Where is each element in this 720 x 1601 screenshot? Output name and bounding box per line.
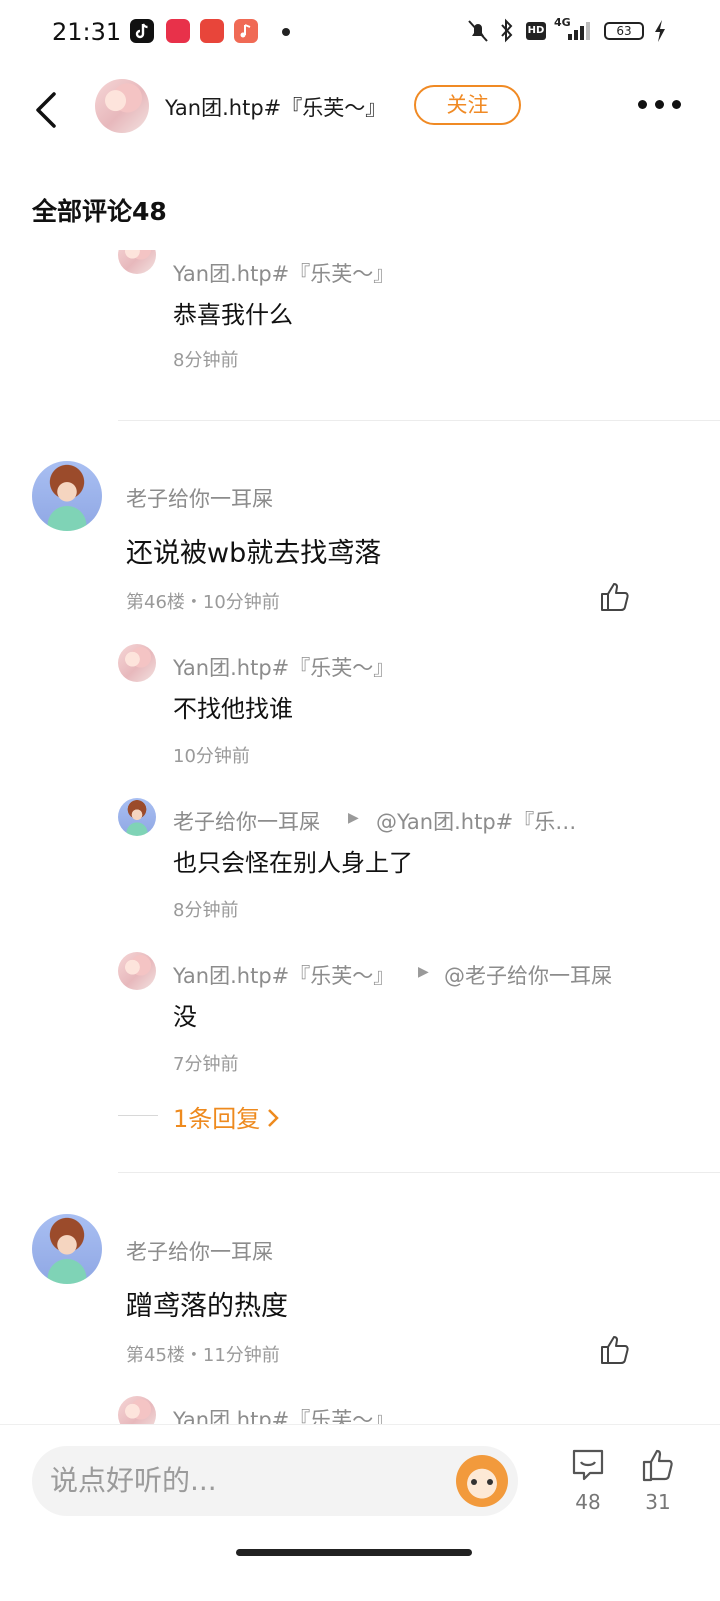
more-options-icon[interactable] <box>638 100 682 110</box>
like-count: 31 <box>645 1490 671 1514</box>
music-icon <box>234 19 258 43</box>
like-icon[interactable] <box>640 1447 678 1485</box>
chevron-right-icon <box>268 1109 280 1127</box>
more-replies-line <box>118 1115 158 1116</box>
reply-text[interactable]: 没 <box>173 997 197 1032</box>
reply-avatar[interactable] <box>118 952 156 990</box>
reply-avatar[interactable] <box>118 644 156 682</box>
reply-author[interactable]: Yan团.htp#『乐芙～』 <box>173 258 394 288</box>
reply-to-arrow-icon: ▶ <box>418 964 429 980</box>
reply-text[interactable]: 也只会怪在别人身上了 <box>173 843 413 878</box>
tiktok-icon <box>130 19 154 43</box>
comment-input-placeholder: 说点好听的... <box>50 1464 217 1497</box>
reply-to-target[interactable]: @老子给你一耳屎 <box>444 960 612 990</box>
bluetooth-icon <box>501 18 513 43</box>
reply-to-target[interactable]: @Yan团.htp#『乐… <box>376 806 576 836</box>
comment-meta: 第46楼・10分钟前 <box>126 592 280 613</box>
comment-avatar[interactable] <box>32 1214 102 1284</box>
back-arrow-icon[interactable] <box>32 90 60 130</box>
reply-avatar[interactable] <box>118 798 156 836</box>
toutiao-icon <box>200 19 224 43</box>
comment-author[interactable]: 老子给你一耳屎 <box>126 1236 273 1266</box>
like-icon[interactable] <box>598 1333 632 1367</box>
reply-text[interactable]: 不找他找谁 <box>173 689 293 724</box>
more-replies-label: 1条回复 <box>173 1105 261 1133</box>
reply-text[interactable]: 恭喜我什么 <box>173 295 293 330</box>
reply-time: 8分钟前 <box>173 350 239 371</box>
signal-icon <box>568 22 590 40</box>
battery-icon: 63 <box>604 22 644 40</box>
reply-author[interactable]: Yan团.htp#『乐芙～』 <box>173 960 394 990</box>
comment-avatar[interactable] <box>32 461 102 531</box>
author-avatar[interactable] <box>95 79 149 133</box>
comment-meta: 第45楼・11分钟前 <box>126 1345 280 1366</box>
more-replies-link[interactable]: 1条回复 <box>173 1099 281 1134</box>
comment-text[interactable]: 还说被wb就去找鸢落 <box>126 531 381 570</box>
home-indicator[interactable] <box>236 1549 472 1556</box>
charging-icon <box>655 20 665 42</box>
reply-author[interactable]: 老子给你一耳屎 <box>173 806 320 836</box>
reply-author[interactable]: Yan团.htp#『乐芙～』 <box>173 652 394 682</box>
more-notifications-icon <box>282 28 290 36</box>
reply-avatar[interactable] <box>118 1396 156 1424</box>
reply-to-arrow-icon: ▶ <box>348 810 359 826</box>
comments-section-title: 全部评论48 <box>32 197 167 226</box>
comment-icon[interactable] <box>570 1447 606 1483</box>
hd-icon: HD <box>526 22 546 40</box>
reply-author[interactable]: Yan团.htp#『乐芙～』 <box>173 1404 394 1424</box>
clock: 21:31 <box>52 18 122 46</box>
emoji-mascot-icon[interactable] <box>456 1455 508 1507</box>
comment-text[interactable]: 蹭鸢落的热度 <box>126 1284 288 1323</box>
comment-author[interactable]: 老子给你一耳屎 <box>126 483 273 513</box>
battery-level: 63 <box>616 24 632 38</box>
like-icon[interactable] <box>598 580 632 614</box>
reply-time: 8分钟前 <box>173 900 239 921</box>
reply-time: 7分钟前 <box>173 1054 239 1075</box>
comment-list[interactable]: Yan团.htp#『乐芙～』 恭喜我什么 8分钟前 老子给你一耳屎 还说被wb就… <box>0 250 720 1424</box>
follow-button[interactable]: 关注 <box>414 85 521 125</box>
comment-divider <box>118 1172 720 1173</box>
comment-count: 48 <box>575 1490 601 1514</box>
reply-avatar[interactable] <box>118 250 156 274</box>
comment-divider <box>118 420 720 421</box>
status-bar: 21:31 HD 4G 63 <box>0 0 720 64</box>
author-name[interactable]: Yan团.htp#『乐芙～』 <box>165 92 386 122</box>
app-icon-red <box>166 19 190 43</box>
mute-icon <box>468 20 488 42</box>
reply-time: 10分钟前 <box>173 746 250 767</box>
comment-input[interactable]: 说点好听的... <box>32 1446 518 1516</box>
